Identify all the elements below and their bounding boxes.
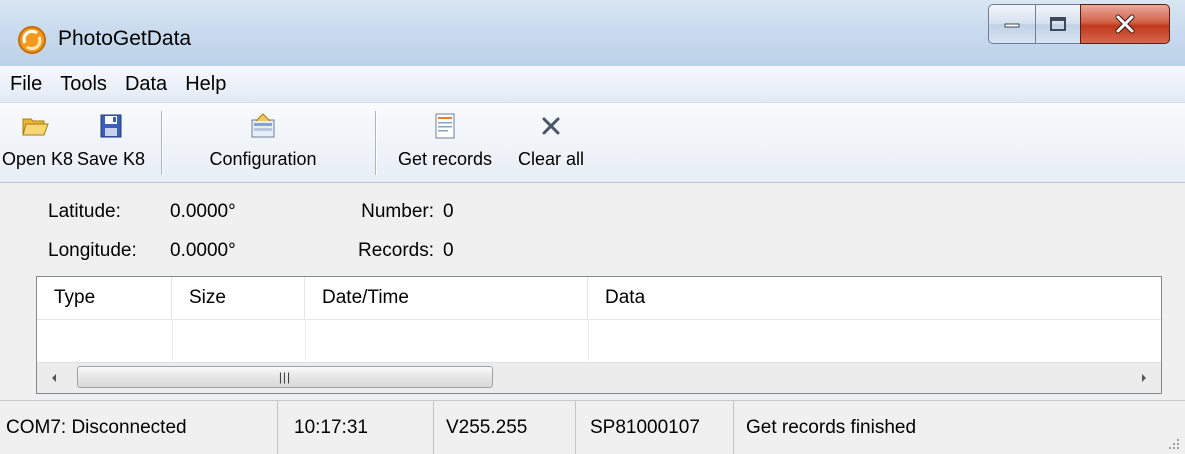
status-bar: COM7: Disconnected 10:17:31 V255.255 SP8… bbox=[0, 400, 1185, 454]
records-label: Records: bbox=[357, 240, 434, 261]
column-header-type[interactable]: Type bbox=[37, 277, 172, 319]
menu-file[interactable]: File bbox=[0, 66, 42, 102]
scroll-left-button[interactable] bbox=[37, 363, 71, 393]
clear-all-label: Clear all bbox=[517, 149, 585, 169]
number-value: 0 bbox=[443, 201, 454, 222]
app-logo-icon bbox=[18, 26, 46, 54]
scrollbar-thumb[interactable]: ||| bbox=[77, 366, 493, 388]
app-window: PhotoGetData File Tools Data Help Open K… bbox=[0, 0, 1185, 454]
status-message: Get records finished bbox=[746, 417, 917, 438]
menu-bar: File Tools Data Help bbox=[0, 66, 1185, 103]
latitude-value: 0.0000° bbox=[170, 201, 236, 222]
close-button[interactable] bbox=[1080, 4, 1170, 44]
get-records-label: Get records bbox=[397, 149, 493, 169]
minimize-icon bbox=[1004, 23, 1020, 28]
column-header-size[interactable]: Size bbox=[172, 277, 305, 319]
title-bar[interactable]: PhotoGetData bbox=[0, 0, 1185, 66]
folder-open-icon bbox=[22, 118, 49, 136]
open-k8-label: Open K8 bbox=[2, 149, 74, 169]
status-connection: COM7: Disconnected bbox=[0, 401, 278, 454]
column-header-datetime[interactable]: Date/Time bbox=[305, 277, 588, 319]
toolbar-separator bbox=[161, 111, 163, 175]
configuration-button[interactable]: Configuration bbox=[168, 103, 358, 182]
records-value: 0 bbox=[443, 240, 454, 261]
clear-all-button[interactable]: Clear all bbox=[511, 103, 591, 182]
scroll-right-button[interactable] bbox=[1127, 363, 1161, 393]
maximize-icon bbox=[1050, 17, 1066, 31]
horizontal-scrollbar[interactable]: ||| bbox=[37, 362, 1161, 393]
number-label: Number: bbox=[361, 201, 434, 222]
document-icon bbox=[435, 113, 455, 139]
column-header-data[interactable]: Data bbox=[588, 277, 1161, 319]
menu-data[interactable]: Data bbox=[113, 66, 167, 102]
save-k8-button[interactable]: Save K8 bbox=[74, 103, 148, 182]
column-divider bbox=[172, 319, 173, 361]
records-table[interactable]: Type Size Date/Time Data ||| bbox=[36, 276, 1162, 394]
floppy-disk-icon bbox=[100, 114, 122, 138]
status-serial: SP81000107 bbox=[576, 401, 734, 454]
resize-grip-icon[interactable] bbox=[1165, 435, 1181, 451]
longitude-value: 0.0000° bbox=[170, 240, 236, 261]
menu-help[interactable]: Help bbox=[173, 66, 226, 102]
arrow-right-icon bbox=[1142, 374, 1146, 382]
x-icon bbox=[542, 117, 560, 135]
menu-tools[interactable]: Tools bbox=[48, 66, 107, 102]
toolbar-separator bbox=[375, 111, 377, 175]
minimize-button[interactable] bbox=[988, 4, 1036, 44]
status-version: V255.255 bbox=[434, 401, 576, 454]
save-k8-label: Save K8 bbox=[76, 149, 146, 169]
get-records-button[interactable]: Get records bbox=[383, 103, 507, 182]
info-panel: Latitude: 0.0000° Longitude: 0.0000° Num… bbox=[0, 183, 1185, 400]
toolbar: Open K8 Save K8 Configuration Get record… bbox=[0, 103, 1185, 183]
configuration-label: Configuration bbox=[209, 149, 317, 169]
close-icon bbox=[1115, 14, 1135, 34]
maximize-button[interactable] bbox=[1035, 4, 1081, 44]
latitude-label: Latitude: bbox=[48, 201, 121, 222]
column-divider bbox=[305, 319, 306, 361]
configuration-icon bbox=[251, 113, 275, 138]
table-header: Type Size Date/Time Data bbox=[37, 277, 1161, 320]
window-title: PhotoGetData bbox=[58, 27, 192, 50]
grip-icon: ||| bbox=[278, 370, 292, 384]
longitude-label: Longitude: bbox=[48, 240, 137, 261]
column-divider bbox=[588, 319, 589, 361]
status-time: 10:17:31 bbox=[278, 401, 434, 454]
arrow-left-icon bbox=[52, 374, 56, 382]
open-k8-button[interactable]: Open K8 bbox=[2, 103, 74, 182]
